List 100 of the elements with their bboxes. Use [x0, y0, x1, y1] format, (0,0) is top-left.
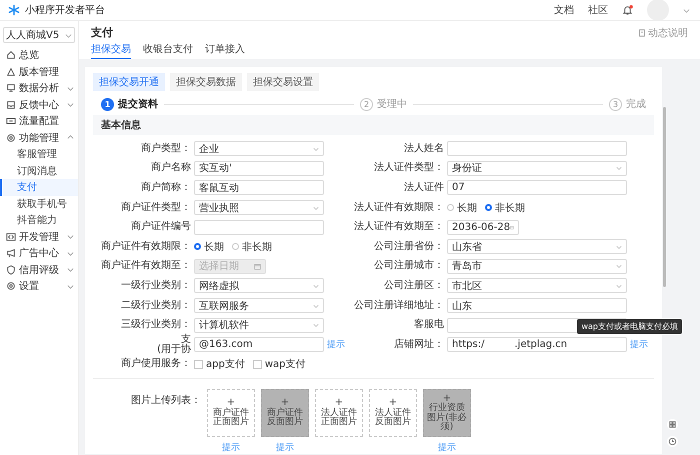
radio-option[interactable]: 长期 [194, 240, 224, 254]
select-field[interactable]: 青岛市 [447, 258, 627, 274]
sidebar-item[interactable]: 版本管理 [0, 64, 78, 80]
logo-icon [8, 4, 20, 16]
field-label: 公司注册省份： [373, 242, 444, 252]
upload-box[interactable]: + 行业资质图片(非必须) [423, 389, 471, 438]
sidebar-subitem[interactable]: 支付 [0, 179, 78, 196]
page-title: 支付 [91, 25, 113, 40]
sub-tab[interactable]: 担保交易数据 [170, 73, 242, 91]
field-label: 公司注册区： [383, 280, 444, 291]
sub-tab[interactable]: 担保交易开通 [93, 73, 165, 91]
field-label: 客服电 [413, 320, 444, 330]
caret-icon [616, 263, 622, 270]
sidebar-item[interactable]: 广告中心 [0, 245, 78, 262]
input-field[interactable] [447, 141, 627, 156]
field-label: 法人证件 [403, 182, 444, 193]
field-label: 公司注册城市： [373, 261, 444, 272]
select-field[interactable]: 市北区 [447, 278, 627, 294]
select-field[interactable]: 营业执照 [194, 200, 324, 216]
select-field[interactable]: 网络虚拟 [194, 278, 324, 294]
field-label: 支 (用于协 [156, 334, 191, 355]
radio-option[interactable]: 长期 [447, 200, 477, 215]
caret-icon [313, 204, 319, 211]
calendar-icon [254, 262, 261, 270]
radio-option[interactable]: 非长期 [485, 200, 525, 215]
tab[interactable]: 收银台支付 [143, 42, 193, 59]
select-field[interactable]: 企业 [194, 141, 324, 156]
field-label: 商户证件编号 [130, 222, 191, 232]
caret-icon [313, 322, 319, 328]
header-link[interactable]: 文档 [554, 3, 574, 17]
caret-icon [616, 165, 622, 172]
caret-icon [313, 146, 319, 152]
step-label: 完成 [626, 98, 646, 111]
input-field[interactable]: 山东 [447, 298, 627, 314]
tooltip: wap支付或者电脑支付必填 [577, 319, 682, 334]
megaphone-icon [6, 248, 16, 258]
input-field[interactable]: 实互动' [194, 160, 324, 176]
select-field[interactable]: 互联网服务 [194, 298, 324, 314]
scrollbar[interactable] [663, 107, 666, 287]
app-select[interactable]: 人人商城V5 [3, 27, 75, 43]
caret-icon [616, 282, 622, 289]
input-field[interactable]: 07 [447, 180, 627, 196]
bell-icon[interactable] [622, 4, 633, 16]
calendar-icon [510, 224, 514, 231]
sidebar-subitem[interactable]: 抖音能力 [0, 212, 78, 228]
caret-icon[interactable] [683, 6, 690, 14]
field-label: 商户证件有效期限： [100, 242, 191, 252]
field-label: 法人姓名 [403, 144, 444, 154]
radio-option[interactable]: 非长期 [232, 240, 272, 254]
sidebar-subitem[interactable]: 客服管理 [0, 146, 78, 162]
tab[interactable]: 担保交易 [91, 42, 131, 59]
upload-box[interactable]: + 法人证件反面图片 [369, 389, 417, 438]
sub-tab[interactable]: 担保交易设置 [247, 73, 319, 91]
field-label: 法人证件有效期限： [353, 202, 444, 213]
checkbox-option[interactable]: wap支付 [252, 357, 306, 372]
upload-box[interactable]: + 法人证件正面图片 [315, 389, 363, 438]
screen-icon [6, 116, 16, 126]
date-field[interactable]: 2036-06-28 [447, 220, 519, 235]
triangle-icon [6, 66, 16, 77]
sidebar-item[interactable]: 数据分析 [0, 80, 78, 96]
grid-icon[interactable] [667, 419, 678, 430]
tab[interactable]: 订单接入 [205, 42, 245, 59]
sidebar-item[interactable]: 信用评级 [0, 262, 78, 278]
input-field[interactable]: 客鼠互动 [194, 180, 324, 196]
field-label: 三级行业类别： [120, 320, 191, 330]
gear-icon [6, 132, 16, 143]
field-label: 商户使用服务： [120, 359, 191, 370]
app-title: 小程序开发者平台 [25, 4, 105, 17]
input-field[interactable]: https:/ .jetplag.cn [447, 337, 627, 352]
sidebar-item[interactable]: 总览 [0, 47, 78, 64]
sidebar-subitem[interactable]: 订阅消息 [0, 162, 78, 179]
field-label: 二级行业类别： [120, 300, 191, 311]
monitor-icon [6, 83, 16, 94]
section-title: 基本信息 [101, 120, 141, 131]
sidebar-item[interactable]: 流量配置 [0, 113, 78, 130]
sidebar-item[interactable]: 设置 [0, 278, 78, 294]
clock-icon[interactable] [667, 436, 678, 447]
field-label: 图片上传列表： [131, 394, 201, 408]
upload-box[interactable]: + 商户证件反面图片 [261, 389, 309, 438]
input-field[interactable] [194, 220, 324, 235]
step-label: 受理中 [377, 98, 407, 111]
sidebar-item[interactable]: 功能管理 [0, 130, 78, 146]
inbox-icon [6, 100, 16, 110]
input-field[interactable]: @163.com [194, 337, 324, 352]
header-link[interactable]: 社区 [588, 3, 608, 17]
sidebar-item[interactable]: 开发管理 [0, 228, 78, 245]
checkbox-option[interactable]: app支付 [194, 357, 245, 372]
select-field[interactable]: 身份证 [447, 160, 627, 176]
shield-icon [6, 264, 16, 275]
upload-box[interactable]: + 商户证件正面图片 [207, 389, 255, 438]
select-field[interactable]: 计算机软件 [194, 318, 324, 333]
select-field[interactable]: 山东省 [447, 239, 627, 254]
field-label: 法人证件类型： [373, 163, 444, 174]
document-icon [638, 28, 646, 36]
caret-icon [313, 302, 319, 309]
field-label: 公司注册详细地址： [353, 300, 444, 311]
field-label: 店铺网址： [393, 340, 444, 350]
sidebar-item[interactable]: 反馈中心 [0, 96, 78, 113]
sidebar-subitem[interactable]: 获取手机号 [0, 196, 78, 212]
field-label: 商户简称： [140, 182, 191, 193]
